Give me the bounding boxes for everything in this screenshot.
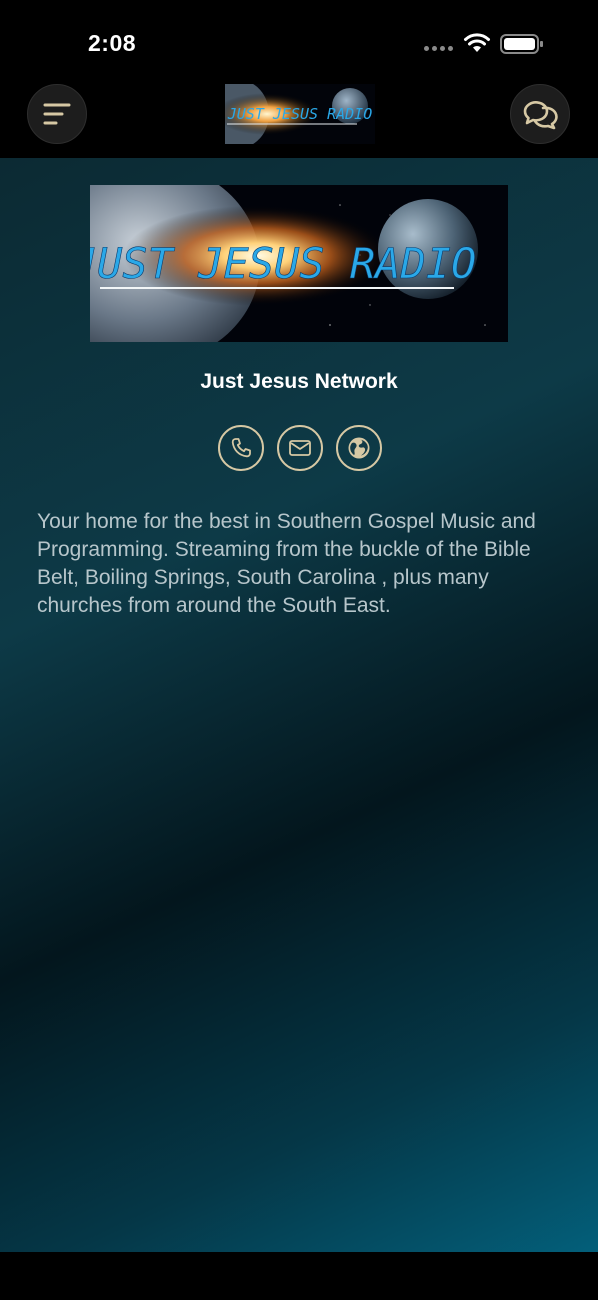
- header-logo-text: JUST JESUS RADIO: [227, 105, 373, 123]
- chat-bubbles-icon: [523, 101, 558, 130]
- battery-icon: [500, 34, 543, 54]
- phone-icon: [231, 438, 251, 458]
- app-screen: 2:08 JUST JESUS RADIO JUST JESUS RADIO J…: [0, 0, 598, 1300]
- menu-icon: [43, 103, 71, 125]
- mail-icon: [289, 440, 311, 456]
- cellular-signal-icon: [424, 46, 454, 52]
- station-description: Your home for the best in Southern Gospe…: [37, 510, 536, 617]
- menu-button[interactable]: [27, 84, 87, 144]
- contact-actions: [218, 425, 382, 471]
- header-logo: JUST JESUS RADIO: [225, 84, 375, 144]
- status-bar: 2:08: [0, 0, 598, 80]
- bottom-bar: [0, 1252, 598, 1300]
- status-time: 2:08: [88, 30, 137, 56]
- wifi-icon: [464, 33, 490, 52]
- call-button[interactable]: [218, 425, 264, 471]
- website-button[interactable]: [336, 425, 382, 471]
- station-banner: JUST JESUS RADIO: [90, 185, 508, 342]
- nav-bar: JUST JESUS RADIO: [0, 80, 598, 158]
- banner-title: JUST JESUS RADIO: [90, 239, 476, 288]
- station-name: Just Jesus Network: [200, 370, 398, 393]
- station-details: JUST JESUS RADIO Just Jesus Network Your…: [0, 158, 598, 1252]
- chat-button[interactable]: [510, 84, 570, 144]
- email-button[interactable]: [277, 425, 323, 471]
- globe-icon: [348, 437, 370, 459]
